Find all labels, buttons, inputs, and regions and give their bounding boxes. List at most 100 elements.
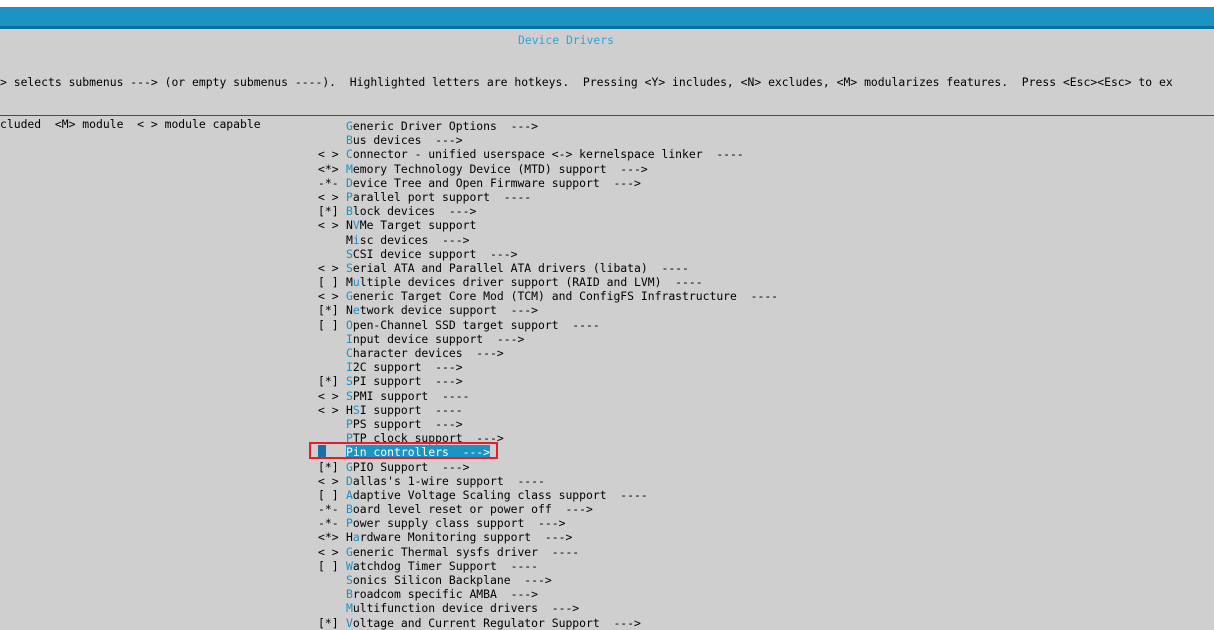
- menu-item-state[interactable]: < >: [318, 218, 346, 232]
- menu-item-text: oltage and Current Regulator Support ---…: [352, 615, 641, 630]
- menu-item-label: Bus devices --->: [346, 133, 463, 147]
- menu-item-hotkey: u: [352, 275, 360, 290]
- menu-item[interactable]: -*- Power supply class support --->: [318, 516, 778, 530]
- menu-item-hotkey: S: [346, 246, 353, 261]
- menu-item-text: eneric Target Core Mod (TCM) and ConfigF…: [352, 289, 779, 304]
- menu-item-hotkey: G: [346, 544, 353, 559]
- menu-item-state[interactable]: -*-: [318, 516, 346, 530]
- menu-item-state[interactable]: [ ]: [318, 559, 346, 573]
- menu-item[interactable]: Multifunction device drivers --->: [318, 601, 778, 615]
- menu-item-state[interactable]: [ ]: [318, 488, 346, 502]
- menu-item-state[interactable]: -*-: [318, 502, 346, 516]
- menu-item[interactable]: Generic Driver Options --->: [318, 119, 778, 133]
- menu-item-text: 2C support --->: [352, 360, 463, 375]
- menu-item[interactable]: < > Parallel port support ----: [318, 190, 778, 204]
- menu-item-state[interactable]: <*>: [318, 530, 346, 544]
- menu-item[interactable]: [ ] Multiple devices driver support (RAID…: [318, 275, 778, 289]
- menu-item-state[interactable]: [ ]: [318, 318, 346, 332]
- menu-item-state[interactable]: < >: [318, 474, 346, 488]
- menu-item-hotkey: V: [346, 615, 353, 630]
- menu-item-state[interactable]: < >: [318, 147, 346, 161]
- menu-item-state[interactable]: < >: [318, 403, 346, 417]
- cursor-block: [318, 445, 326, 458]
- menu-item-text: eneric Thermal sysfs driver ----: [352, 544, 580, 559]
- menu-item[interactable]: < > NVMe Target support: [318, 218, 778, 232]
- menu-item[interactable]: Misc devices --->: [318, 233, 778, 247]
- menu-item-text: twork device support --->: [359, 303, 539, 318]
- menu-item[interactable]: Input device support --->: [318, 332, 778, 346]
- menu-item-hotkey: O: [346, 317, 353, 332]
- menu-item[interactable]: Pin controllers --->: [318, 445, 778, 460]
- menu-item-text: roadcom specific AMBA --->: [352, 587, 539, 602]
- menu-item-label: HSI support ----: [346, 403, 463, 417]
- menu-item-state[interactable]: [ ]: [318, 275, 346, 289]
- menu-item-state[interactable]: < >: [318, 545, 346, 559]
- menu-item-state[interactable]: [*]: [318, 374, 346, 388]
- menu-item-label: Generic Thermal sysfs driver ----: [346, 545, 579, 559]
- menu-item[interactable]: Sonics Silicon Backplane --->: [318, 573, 778, 587]
- help-line-1: > selects submenus ---> (or empty submen…: [0, 75, 1173, 89]
- menu-item[interactable]: [ ] Watchdog Timer Support ----: [318, 559, 778, 573]
- menu-item-text: sc devices --->: [359, 232, 470, 247]
- menu-item-label: Watchdog Timer Support ----: [346, 559, 538, 573]
- menu-item-state[interactable]: < >: [318, 261, 346, 275]
- menu-item-state[interactable]: [*]: [318, 204, 346, 218]
- menu-item[interactable]: < > Serial ATA and Parallel ATA drivers (…: [318, 261, 778, 275]
- menu-item-label: Input device support --->: [346, 332, 524, 346]
- menu-item-state[interactable]: [*]: [318, 616, 346, 630]
- menu-item-hotkey: P: [346, 431, 353, 446]
- menu-item-hotkey: W: [346, 558, 353, 573]
- menu-item-hotkey: S: [346, 573, 353, 587]
- menu-item[interactable]: <*> Hardware Monitoring support --->: [318, 530, 778, 544]
- menu-item-label: GPIO Support --->: [346, 460, 469, 474]
- menu-item[interactable]: [ ] Open-Channel SSD target support ----: [318, 318, 778, 332]
- menu-item-text: eneric Driver Options --->: [352, 119, 539, 133]
- menu-item[interactable]: Character devices --->: [318, 346, 778, 360]
- menu-item[interactable]: < > Dallas's 1-wire support ----: [318, 474, 778, 488]
- menu-item[interactable]: < > SPMI support ----: [318, 389, 778, 403]
- menu-item[interactable]: PPS support --->: [318, 417, 778, 431]
- menu-item-state[interactable]: <*>: [318, 162, 346, 176]
- menu-item-text: us devices --->: [352, 133, 463, 148]
- menu-item-text: CSI device support --->: [352, 246, 518, 261]
- menu-item-state[interactable]: -*-: [318, 176, 346, 190]
- menu-item-state[interactable]: < >: [318, 289, 346, 303]
- menu-item-label-prefix: N: [346, 218, 353, 233]
- menu-item-state[interactable]: [*]: [318, 460, 346, 474]
- menu-item[interactable]: [*] GPIO Support --->: [318, 460, 778, 474]
- menu-item[interactable]: < > Generic Target Core Mod (TCM) and Con…: [318, 289, 778, 303]
- menu-item-hotkey: S: [346, 374, 353, 389]
- menu-item-label: Multifunction device drivers --->: [346, 601, 579, 615]
- menu-item-state[interactable]: < >: [318, 389, 346, 403]
- menu-item-label: Sonics Silicon Backplane --->: [346, 573, 552, 587]
- menu-item[interactable]: Broadcom specific AMBA --->: [318, 587, 778, 601]
- menu-item-text: rdware Monitoring support --->: [359, 530, 573, 545]
- menu-item[interactable]: [*] Voltage and Current Regulator Support…: [318, 616, 778, 630]
- menu-item-label: Adaptive Voltage Scaling class support -…: [346, 488, 648, 502]
- menu-list: Generic Driver Options ---> Bus devices -…: [318, 119, 778, 630]
- menu-item[interactable]: Bus devices --->: [318, 133, 778, 147]
- menu-item[interactable]: [*] SPI support --->: [318, 374, 778, 388]
- menu-item[interactable]: < > Connector - unified userspace <-> ker…: [318, 147, 778, 161]
- menu-item-label: Hardware Monitoring support --->: [346, 530, 572, 544]
- menu-item[interactable]: < > HSI support ----: [318, 403, 778, 417]
- menu-item[interactable]: [*] Network device support --->: [318, 303, 778, 317]
- menu-item[interactable]: [*] Block devices --->: [318, 204, 778, 218]
- menu-item-text: PS support --->: [352, 416, 463, 431]
- menu-item[interactable]: [ ] Adaptive Voltage Scaling class suppor…: [318, 488, 778, 502]
- menu-item-state[interactable]: < >: [318, 190, 346, 204]
- menu-item-hotkey: P: [346, 516, 353, 531]
- menu-item-label: Serial ATA and Parallel ATA drivers (lib…: [346, 261, 689, 275]
- menu-item[interactable]: SCSI device support --->: [318, 247, 778, 261]
- menu-item-state[interactable]: [*]: [318, 303, 346, 317]
- menu-item-hotkey: B: [346, 133, 353, 148]
- menu-item-label: Multiple devices driver support (RAID an…: [346, 275, 703, 289]
- menu-item[interactable]: -*- Board level reset or power off --->: [318, 502, 778, 516]
- menu-item[interactable]: PTP clock support --->: [318, 431, 778, 445]
- menu-item[interactable]: < > Generic Thermal sysfs driver ----: [318, 545, 778, 559]
- menu-item[interactable]: <*> Memory Technology Device (MTD) suppor…: [318, 162, 778, 176]
- menu-item[interactable]: I2C support --->: [318, 360, 778, 374]
- menu-item[interactable]: -*- Device Tree and Open Firmware support…: [318, 176, 778, 190]
- menu-item-hotkey: i: [352, 232, 360, 247]
- menu-item-text: PI support --->: [352, 374, 463, 389]
